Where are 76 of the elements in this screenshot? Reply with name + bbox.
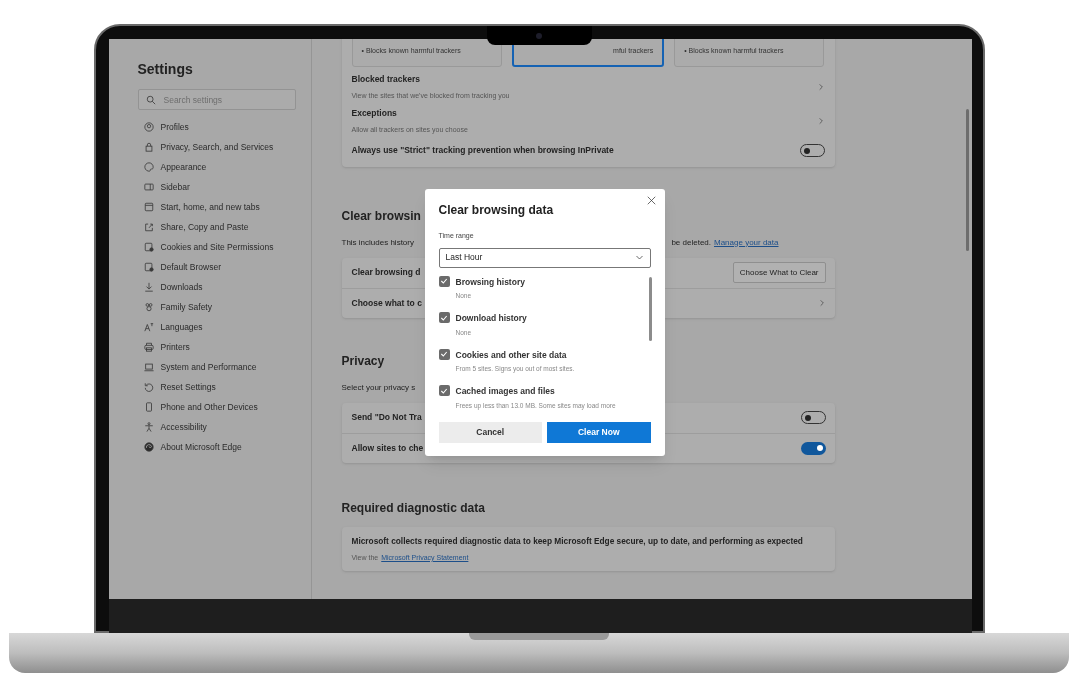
sidebar-item[interactable]: Sidebar (137, 177, 296, 197)
check-icon (440, 350, 448, 358)
diagnostic-text: Microsoft collects required diagnostic data to keep Microsoft Edge secure, up to date, and performing as expected (351, 534, 804, 547)
cookie-icon (143, 242, 154, 252)
option-label: Cached images and files (455, 385, 556, 398)
option-label: Download history (455, 312, 527, 325)
lock-icon (143, 142, 154, 152)
row-title: Choose what to c (351, 296, 422, 310)
row-title: Blocked trackers (351, 73, 421, 86)
laptop-icon (143, 362, 154, 372)
sidebar-item[interactable]: Languages (137, 317, 296, 337)
section-description: Select your privacy s (341, 381, 416, 394)
row-title: Exceptions (351, 107, 398, 120)
sidebar-item[interactable]: Accessibility (137, 417, 296, 437)
window-icon (143, 202, 154, 212)
close-icon[interactable] (646, 196, 656, 205)
printer-icon (143, 342, 154, 352)
sidebar-item[interactable]: Default Browser (137, 257, 296, 277)
row-title: Always use "Strict" tracking prevention when browsing InPrivate (351, 144, 614, 157)
section-heading: Required diagnostic data (341, 499, 485, 517)
language-icon (143, 322, 154, 332)
section-heading: Privacy (341, 352, 385, 370)
manage-data-link[interactable]: Manage your data (714, 236, 779, 249)
swirl-icon (143, 442, 154, 452)
cancel-button[interactable]: Cancel (438, 421, 542, 443)
dialog-title: Clear browsing data (438, 202, 555, 219)
chevron-icon (816, 116, 825, 127)
accessibility-icon (143, 422, 154, 432)
chevron-icon (816, 82, 825, 93)
sidebar-icon (143, 182, 154, 192)
person-icon (143, 122, 154, 132)
section-description: This includes history (341, 236, 414, 249)
sidebar-item[interactable]: Printers (137, 337, 296, 357)
check-icon (440, 386, 448, 395)
option-label: Browsing history (455, 275, 525, 289)
sidebar-item[interactable]: Family Safety (137, 297, 296, 317)
sidebar-item[interactable]: Phone and Other Devices (137, 397, 296, 417)
sidebar-item[interactable]: Appearance (137, 157, 296, 177)
checkbox[interactable] (438, 348, 450, 360)
row-title: Allow sites to che (351, 441, 424, 455)
time-range-dropdown[interactable]: Last Hour (438, 247, 651, 268)
sidebar-item[interactable]: Downloads (137, 277, 296, 297)
check-icon (440, 313, 448, 322)
family-icon (143, 302, 154, 312)
camera-icon (536, 32, 542, 39)
check-icon (440, 277, 448, 285)
checkbox[interactable] (438, 385, 450, 396)
row-title: Clear browsing d (351, 266, 421, 279)
checkbox[interactable] (438, 312, 450, 323)
sidebar-item[interactable]: Reset Settings (137, 377, 296, 397)
sidebar-item[interactable]: Share, Copy and Paste (137, 217, 296, 237)
sidebar-item[interactable]: Cookies and Site Permissions (137, 237, 296, 257)
checkbox[interactable] (438, 275, 450, 287)
scrollbar[interactable] (965, 109, 969, 251)
option-label: Cookies and other site data (455, 348, 568, 362)
toggle-switch[interactable] (800, 441, 826, 455)
sidebar-item[interactable]: System and Performance (137, 357, 296, 377)
palette-icon (143, 162, 154, 172)
chevron-down-icon (634, 253, 644, 262)
share-icon (143, 222, 154, 232)
chevron-icon (817, 298, 826, 308)
row-title: Send "Do Not Tra (351, 411, 422, 424)
settings-title: Settings (137, 60, 194, 79)
reset-icon (143, 382, 154, 392)
sidebar-item[interactable]: Profiles (137, 117, 296, 137)
sidebar-item[interactable]: About Microsoft Edge (137, 437, 296, 457)
scrollbar[interactable] (648, 276, 652, 341)
sidebar-item[interactable]: Start, home, and new tabs (137, 197, 296, 217)
download-icon (143, 282, 154, 292)
choose-button[interactable]: Choose What to Clear (732, 262, 826, 283)
clear-now-button[interactable]: Clear Now (547, 421, 651, 443)
browser-icon (143, 262, 154, 272)
phone-icon (143, 402, 154, 412)
sidebar-item[interactable]: Privacy, Search, and Services (137, 137, 296, 157)
section-description: be deleted. (671, 236, 711, 249)
section-heading: Clear browsin (341, 207, 421, 225)
